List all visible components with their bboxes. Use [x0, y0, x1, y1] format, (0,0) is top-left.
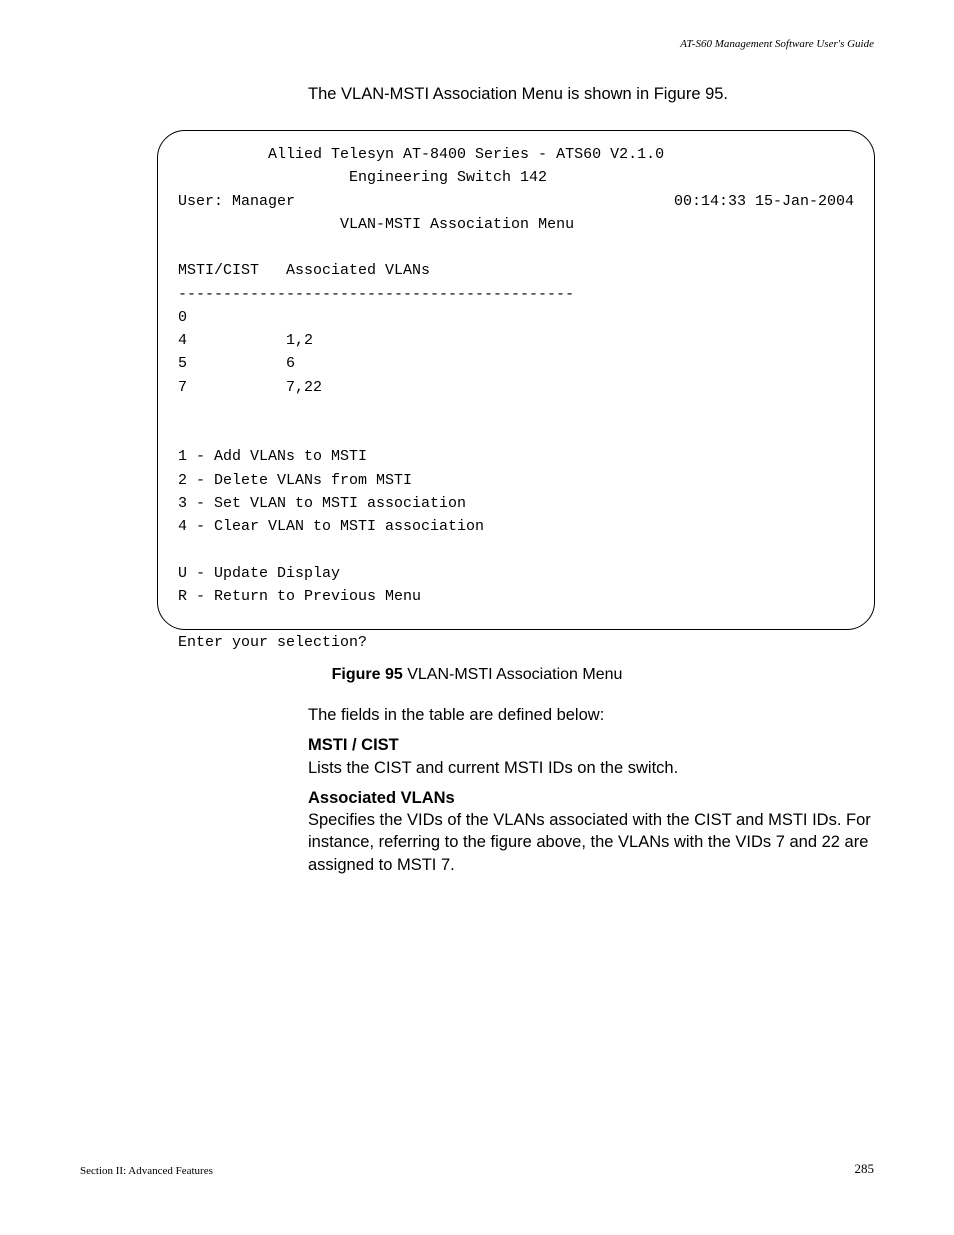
- terminal-blank: [178, 236, 854, 259]
- figure-label: Figure 95: [332, 666, 403, 683]
- nav-option: U - Update Display: [178, 562, 854, 585]
- footer-section: Section II: Advanced Features: [80, 1165, 213, 1177]
- terminal-screen: Allied Telesyn AT-8400 Series - ATS60 V2…: [157, 130, 875, 630]
- terminal-timestamp: 00:14:33 15-Jan-2004: [674, 190, 854, 213]
- menu-option: 1 - Add VLANs to MSTI: [178, 445, 854, 468]
- figure-caption: Figure 95 VLAN-MSTI Association Menu: [0, 666, 954, 684]
- table-row: 4 1,2: [178, 329, 854, 352]
- terminal-user: User: Manager: [178, 190, 295, 213]
- terminal-table-header: MSTI/CIST Associated VLANs: [178, 259, 854, 282]
- terminal-blank: [178, 422, 854, 445]
- terminal-title-1: Allied Telesyn AT-8400 Series - ATS60 V2…: [178, 143, 854, 166]
- terminal-blank: [178, 608, 854, 631]
- intro-paragraph: The VLAN-MSTI Association Menu is shown …: [308, 85, 728, 104]
- terminal-blank: [178, 538, 854, 561]
- document-header: AT-S60 Management Software User's Guide: [680, 38, 874, 50]
- definition-body: Specifies the VIDs of the VLANs associat…: [308, 809, 873, 876]
- definition-title: Associated VLANs: [308, 787, 873, 809]
- definition-title: MSTI / CIST: [308, 734, 873, 756]
- menu-option: 2 - Delete VLANs from MSTI: [178, 469, 854, 492]
- table-row: 7 7,22: [178, 376, 854, 399]
- figure-caption-text: VLAN-MSTI Association Menu: [403, 666, 623, 683]
- nav-option: R - Return to Previous Menu: [178, 585, 854, 608]
- body-content: The fields in the table are defined belo…: [308, 704, 873, 884]
- footer-page-number: 285: [855, 1161, 875, 1177]
- menu-option: 4 - Clear VLAN to MSTI association: [178, 515, 854, 538]
- menu-option: 3 - Set VLAN to MSTI association: [178, 492, 854, 515]
- terminal-user-row: User: Manager 00:14:33 15-Jan-2004: [178, 190, 854, 213]
- terminal-blank: [178, 399, 854, 422]
- definition-body: Lists the CIST and current MSTI IDs on t…: [308, 757, 873, 779]
- terminal-separator: ----------------------------------------…: [178, 283, 854, 306]
- defs-intro: The fields in the table are defined belo…: [308, 704, 873, 726]
- terminal-menu-title: VLAN-MSTI Association Menu: [178, 213, 854, 236]
- terminal-prompt: Enter your selection?: [178, 631, 854, 654]
- table-row: 5 6: [178, 352, 854, 375]
- terminal-title-2: Engineering Switch 142: [178, 166, 854, 189]
- table-row: 0: [178, 306, 854, 329]
